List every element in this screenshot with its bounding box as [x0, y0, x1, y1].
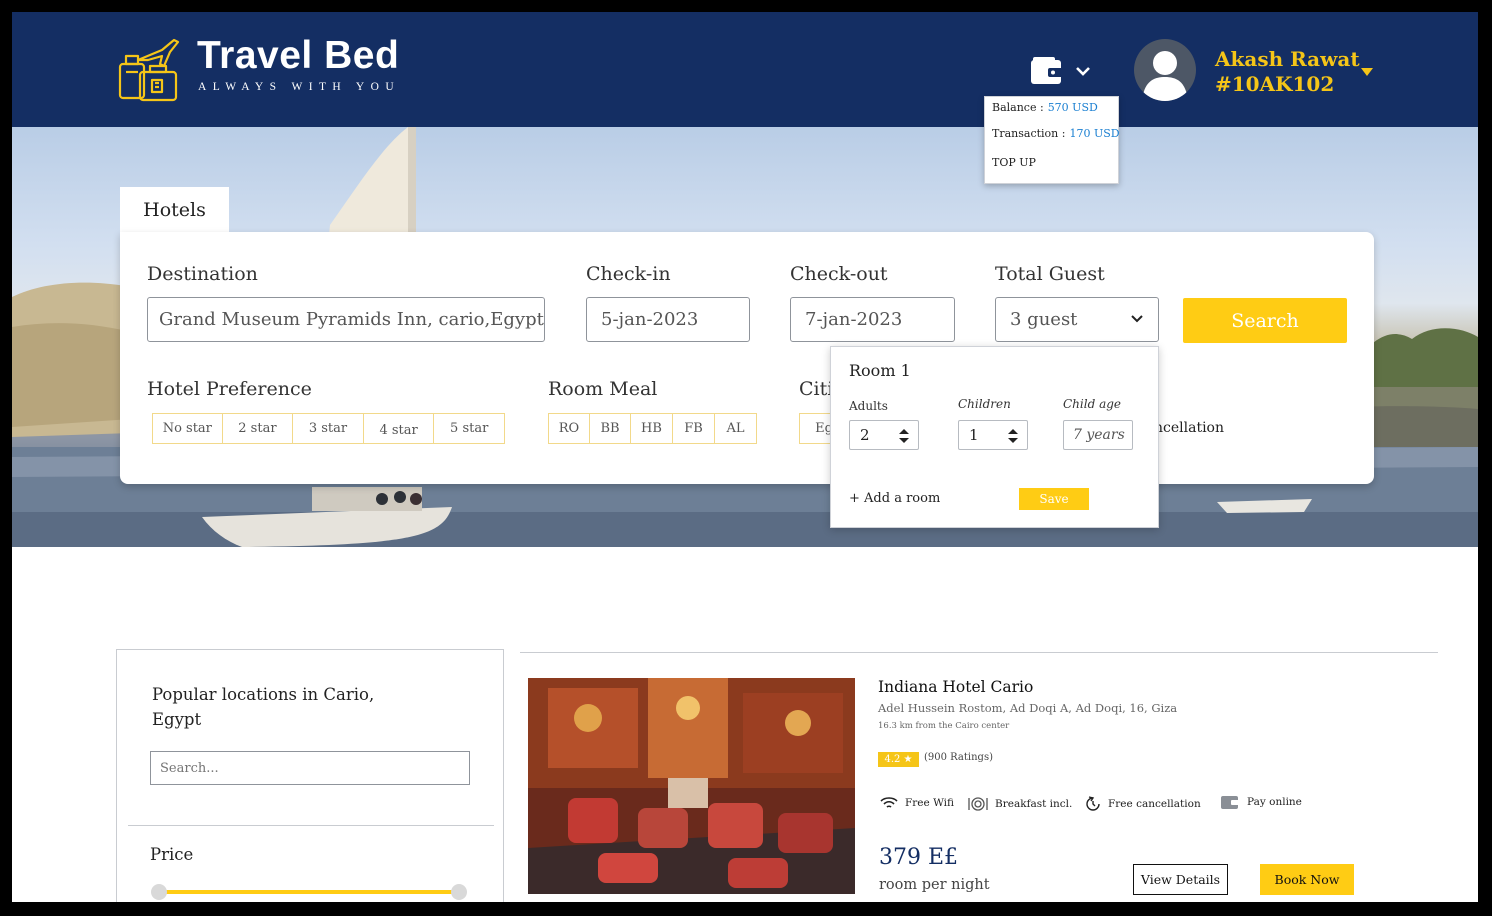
location-search-input[interactable]	[150, 751, 470, 785]
results-divider	[520, 652, 1438, 653]
amenity-pay-online: Pay online	[1220, 794, 1302, 810]
popular-locations-title: Popular locations in Cario, Egypt	[152, 685, 375, 729]
brand-tagline: ALWAYS WITH YOU	[198, 81, 401, 93]
children-stepper[interactable]: 1	[958, 420, 1028, 450]
guest-dropdown: Room 1 Adults Children Child age 2 1 7 y…	[830, 346, 1159, 528]
checkout-label: Check-out	[790, 263, 888, 285]
luggage-plane-logo-icon	[118, 38, 180, 102]
breakfast-icon	[968, 797, 988, 811]
adults-value: 2	[860, 426, 870, 444]
book-now-button[interactable]: Book Now	[1260, 864, 1354, 895]
hotel-address: Adel Hussein Rostom, Ad Doqi A, Ad Doqi,…	[878, 701, 1178, 715]
children-label: Children	[958, 397, 1011, 411]
checkout-input[interactable]: 7-jan-2023	[790, 297, 955, 342]
destination-input[interactable]: Grand Museum Pyramids Inn, cario,Egypt	[147, 297, 545, 342]
hotel-photo[interactable]	[528, 678, 855, 894]
star-option-3[interactable]: 3 star	[293, 414, 364, 443]
top-header: Travel Bed ALWAYS WITH YOU Akash Rawat #…	[12, 12, 1478, 127]
user-menu-caret-icon[interactable]	[1360, 67, 1374, 77]
price-unit: room per night	[879, 877, 990, 893]
amenity-label: Free cancellation	[1108, 798, 1201, 810]
destination-label: Destination	[147, 263, 258, 285]
amenity-label: Breakfast incl.	[995, 798, 1073, 810]
meal-option-fb[interactable]: FB	[673, 414, 715, 443]
meal-option-al[interactable]: AL	[715, 414, 756, 443]
user-silhouette-icon	[1142, 51, 1188, 101]
star-option-5[interactable]: 5 star	[434, 414, 504, 443]
top-up-link[interactable]: TOP UP	[992, 156, 1036, 169]
child-age-label: Child age	[1063, 397, 1122, 411]
hotel-price: 379 E£	[879, 845, 959, 870]
wallet-icon[interactable]	[1030, 56, 1064, 86]
amenity-wifi: Free Wifi	[880, 796, 954, 810]
balance-value: 570 USD	[1047, 101, 1098, 114]
room-meal-options: RO BB HB FB AL	[548, 413, 757, 444]
amenity-label: Pay online	[1247, 796, 1302, 808]
room-title: Room 1	[849, 361, 911, 380]
amenity-label: Free Wifi	[905, 797, 955, 809]
hotel-distance: 16.3 km from the Cairo center	[878, 721, 1010, 731]
balance-label: Balance :	[992, 101, 1044, 114]
hotel-preference-options: No star 2 star 3 star 4 star 5 star	[152, 413, 505, 444]
stepper-arrows-icon[interactable]	[1008, 429, 1018, 443]
cancellation-clock-icon	[1086, 796, 1100, 811]
rating-badge: 4.2 ★	[878, 752, 919, 767]
checkin-input[interactable]: 5-jan-2023	[586, 297, 750, 342]
save-button[interactable]: Save	[1019, 488, 1089, 510]
wifi-icon	[880, 797, 898, 808]
transaction-value: 170 USD	[1069, 127, 1120, 140]
wallet-chevron-down-icon[interactable]	[1074, 64, 1092, 78]
ratings-count: (900 Ratings)	[924, 752, 993, 763]
user-id: #10AK102	[1215, 72, 1335, 96]
view-details-button[interactable]: View Details	[1133, 864, 1228, 895]
checkin-label: Check-in	[586, 263, 671, 285]
adults-label: Adults	[849, 399, 888, 413]
child-age-input[interactable]: 7 years	[1063, 420, 1133, 450]
amenity-cancellation: Free cancellation	[1085, 796, 1201, 812]
brand-name: Travel Bed	[197, 34, 400, 77]
tab-hotels[interactable]: Hotels	[120, 187, 229, 233]
divider	[128, 825, 494, 826]
room-meal-label: Room Meal	[548, 378, 658, 400]
price-label: Price	[150, 845, 194, 864]
search-card: Destination Grand Museum Pyramids Inn, c…	[120, 232, 1374, 484]
wallet-dropdown: Balance :570 USD Transaction :170 USD TO…	[984, 96, 1120, 184]
meal-option-ro[interactable]: RO	[549, 414, 590, 443]
price-slider-max-handle[interactable]	[451, 884, 467, 900]
children-value: 1	[969, 426, 979, 444]
app-window: Travel Bed ALWAYS WITH YOU Akash Rawat #…	[12, 12, 1478, 902]
add-room-button[interactable]: + Add a room	[849, 491, 940, 506]
star-option-none[interactable]: No star	[153, 414, 223, 443]
guest-select[interactable]: 3 guest	[995, 297, 1159, 342]
total-guest-label: Total Guest	[995, 263, 1105, 285]
guest-select-value: 3 guest	[1010, 309, 1078, 330]
meal-option-hb[interactable]: HB	[631, 414, 673, 443]
price-slider-track[interactable]	[165, 890, 460, 894]
star-option-2[interactable]: 2 star	[223, 414, 294, 443]
stepper-arrows-icon[interactable]	[899, 429, 909, 443]
star-option-4[interactable]: 4 star	[364, 414, 435, 443]
balance-row: Balance :570 USD	[992, 101, 1098, 114]
hotel-lounge-image	[528, 678, 855, 894]
meal-option-bb[interactable]: BB	[590, 414, 631, 443]
free-cancellation-filter[interactable]: ncellation	[1154, 420, 1224, 436]
amenity-breakfast: Breakfast incl.	[968, 796, 1072, 812]
price-slider-min-handle[interactable]	[151, 884, 167, 900]
wallet-icon	[1221, 796, 1239, 809]
transaction-label: Transaction :	[992, 127, 1066, 140]
locations-sidebar: Popular locations in Cario, Egypt Price	[116, 649, 504, 902]
avatar[interactable]	[1134, 39, 1196, 101]
cities-label: Citi	[799, 378, 834, 400]
hotel-preference-label: Hotel Preference	[147, 378, 312, 400]
adults-stepper[interactable]: 2	[849, 420, 919, 450]
user-name: Akash Rawat	[1215, 47, 1360, 71]
chevron-down-icon	[1131, 315, 1143, 323]
hotel-name[interactable]: Indiana Hotel Cario	[878, 678, 1033, 696]
search-button[interactable]: Search	[1183, 298, 1347, 343]
transaction-row: Transaction :170 USD	[992, 127, 1120, 140]
